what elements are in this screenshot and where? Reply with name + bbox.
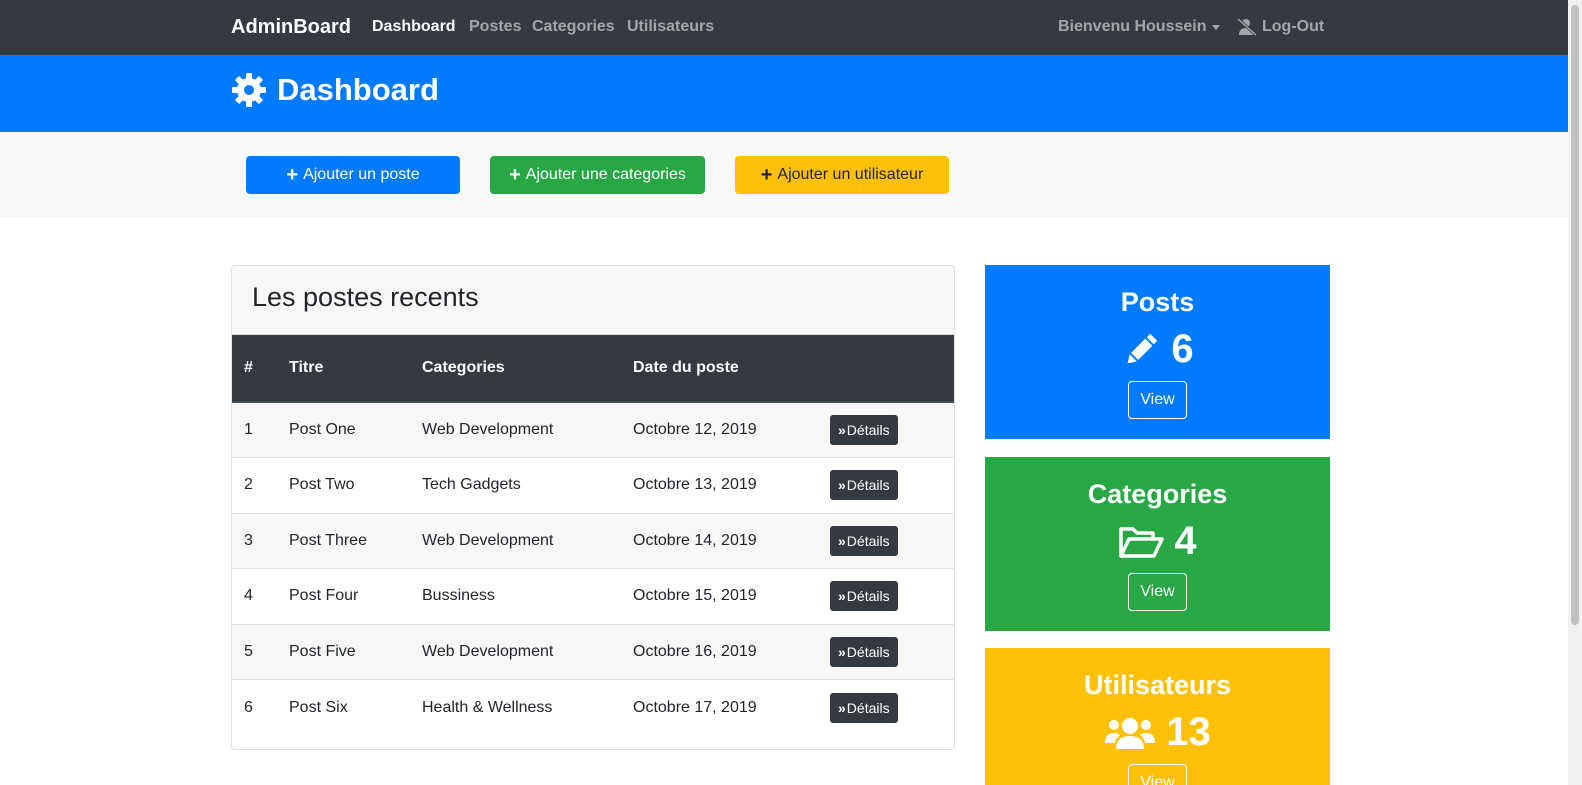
- navbar: AdminBoard Dashboard Postes Categories U…: [0, 0, 1568, 55]
- angle-double-right-icon: »: [838, 532, 846, 549]
- cell-date: Octobre 12, 2019: [633, 421, 757, 438]
- cell-category: Web Development: [422, 642, 554, 660]
- details-label: Détails: [846, 477, 890, 494]
- scrollbar-thumb[interactable]: [1571, 5, 1579, 625]
- details-button[interactable]: » Détails: [830, 692, 898, 723]
- details-button[interactable]: » Détails: [830, 525, 898, 556]
- column-header-id: #: [232, 335, 277, 403]
- details-button[interactable]: » Détails: [830, 636, 898, 667]
- cell-id: 2: [244, 476, 253, 494]
- cell-id: 4: [244, 587, 253, 605]
- page-header: Dashboard: [0, 55, 1568, 132]
- user-slash-icon: [1237, 18, 1257, 36]
- details-label: Détails: [846, 588, 890, 605]
- cell-date: Octobre 17, 2019: [633, 698, 757, 716]
- actions-bar: + Ajouter un poste + Ajouter une categor…: [0, 132, 1568, 217]
- table-header-row: # Titre Categories Date du poste: [232, 335, 954, 403]
- details-button[interactable]: » Détails: [830, 470, 898, 501]
- brand-logo[interactable]: AdminBoard: [231, 16, 351, 39]
- caret-down-icon: [1212, 24, 1221, 30]
- cell-date: Octobre 15, 2019: [633, 587, 757, 605]
- cell-id: 5: [244, 642, 253, 660]
- cell-category: Web Development: [422, 421, 554, 438]
- details-label: Détails: [846, 643, 890, 660]
- posts-count: 6: [1171, 327, 1194, 371]
- add-category-label: Ajouter une categories: [525, 166, 686, 183]
- table-row: 6 Post Six Health & Wellness Octobre 17,…: [232, 679, 954, 736]
- view-users-button[interactable]: View: [1128, 764, 1187, 785]
- cell-category: Tech Gadgets: [422, 476, 521, 494]
- table-row: 1 Post One Web Development Octobre 12, 2…: [232, 402, 954, 458]
- users-count: 13: [1166, 710, 1211, 754]
- plus-icon: +: [509, 164, 521, 186]
- users-icon: [1105, 717, 1156, 749]
- add-post-button[interactable]: + Ajouter un poste: [246, 156, 460, 194]
- cell-title: Post Five: [289, 642, 356, 660]
- posts-stat-card: Posts 6 View: [985, 265, 1330, 439]
- table-row: 2 Post Two Tech Gadgets Octobre 13, 2019…: [232, 457, 954, 514]
- details-label: Détails: [846, 422, 890, 438]
- nav-link-categories[interactable]: Categories: [532, 18, 615, 36]
- categories-stat-card: Categories 4 View: [985, 457, 1330, 631]
- column-header-title: Titre: [277, 335, 410, 403]
- folder-open-icon: [1119, 526, 1165, 558]
- cell-title: Post Six: [289, 698, 348, 716]
- page-title: Dashboard: [277, 72, 439, 107]
- details-label: Détails: [846, 699, 890, 716]
- cell-title: Post Two: [289, 476, 355, 494]
- cell-title: Post Four: [289, 587, 359, 605]
- pencil-icon: [1127, 333, 1158, 363]
- column-header-date: Date du poste: [621, 335, 818, 403]
- plus-icon: +: [286, 164, 299, 186]
- categories-stat-title: Categories: [1087, 479, 1228, 509]
- angle-double-right-icon: »: [838, 643, 846, 660]
- details-button[interactable]: » Détails: [830, 581, 898, 612]
- gear-icon: [232, 73, 266, 107]
- logout-link[interactable]: Log-Out: [1237, 18, 1324, 36]
- logout-label: Log-Out: [1262, 18, 1325, 35]
- cell-id: 1: [244, 421, 253, 438]
- recent-posts-title: Les postes recents: [232, 266, 954, 335]
- users-stat-title: Utilisateurs: [1083, 670, 1232, 700]
- recent-posts-card: Les postes recents # Titre Categories Da…: [231, 265, 955, 750]
- add-category-button[interactable]: + Ajouter une categories: [490, 156, 705, 194]
- nav-link-postes[interactable]: Postes: [469, 18, 521, 36]
- cell-id: 6: [244, 698, 253, 716]
- nav-link-dashboard[interactable]: Dashboard: [372, 18, 456, 36]
- table-row: 5 Post Five Web Development Octobre 16, …: [232, 624, 954, 680]
- cell-title: Post Three: [289, 531, 367, 549]
- cell-category: Web Development: [422, 531, 554, 549]
- view-posts-button[interactable]: View: [1128, 381, 1187, 419]
- angle-double-right-icon: »: [838, 588, 846, 605]
- angle-double-right-icon: »: [838, 699, 846, 716]
- cell-category: Bussiness: [422, 587, 495, 605]
- column-header-category: Categories: [410, 335, 621, 403]
- user-menu-label: Bienvenu Houssein: [1058, 18, 1207, 35]
- details-button[interactable]: » Détails: [830, 415, 898, 445]
- users-stat-card: Utilisateurs 13 View: [985, 648, 1330, 785]
- recent-posts-table: # Titre Categories Date du poste 1 Post …: [232, 335, 954, 735]
- angle-double-right-icon: »: [838, 477, 846, 494]
- page-scrollbar[interactable]: [1568, 0, 1582, 785]
- user-menu-dropdown[interactable]: Bienvenu Houssein: [1058, 18, 1221, 36]
- nav-link-utilisateurs[interactable]: Utilisateurs: [627, 18, 714, 36]
- cell-date: Octobre 16, 2019: [633, 642, 757, 660]
- cell-id: 3: [244, 531, 253, 549]
- categories-count: 4: [1174, 519, 1197, 563]
- cell-title: Post One: [289, 421, 356, 438]
- table-row: 3 Post Three Web Development Octobre 14,…: [232, 513, 954, 569]
- add-post-label: Ajouter un poste: [303, 166, 420, 183]
- view-categories-button[interactable]: View: [1128, 573, 1187, 611]
- add-user-button[interactable]: + Ajouter un utilisateur: [735, 156, 949, 194]
- column-header-actions: [818, 335, 954, 403]
- angle-double-right-icon: »: [838, 422, 846, 438]
- cell-category: Health & Wellness: [422, 698, 553, 716]
- cell-date: Octobre 13, 2019: [633, 476, 757, 494]
- table-row: 4 Post Four Bussiness Octobre 15, 2019 »…: [232, 568, 954, 625]
- add-user-label: Ajouter un utilisateur: [777, 166, 924, 183]
- posts-stat-title: Posts: [1120, 287, 1195, 317]
- plus-icon: +: [760, 164, 773, 186]
- cell-date: Octobre 14, 2019: [633, 531, 757, 549]
- details-label: Détails: [846, 532, 890, 549]
